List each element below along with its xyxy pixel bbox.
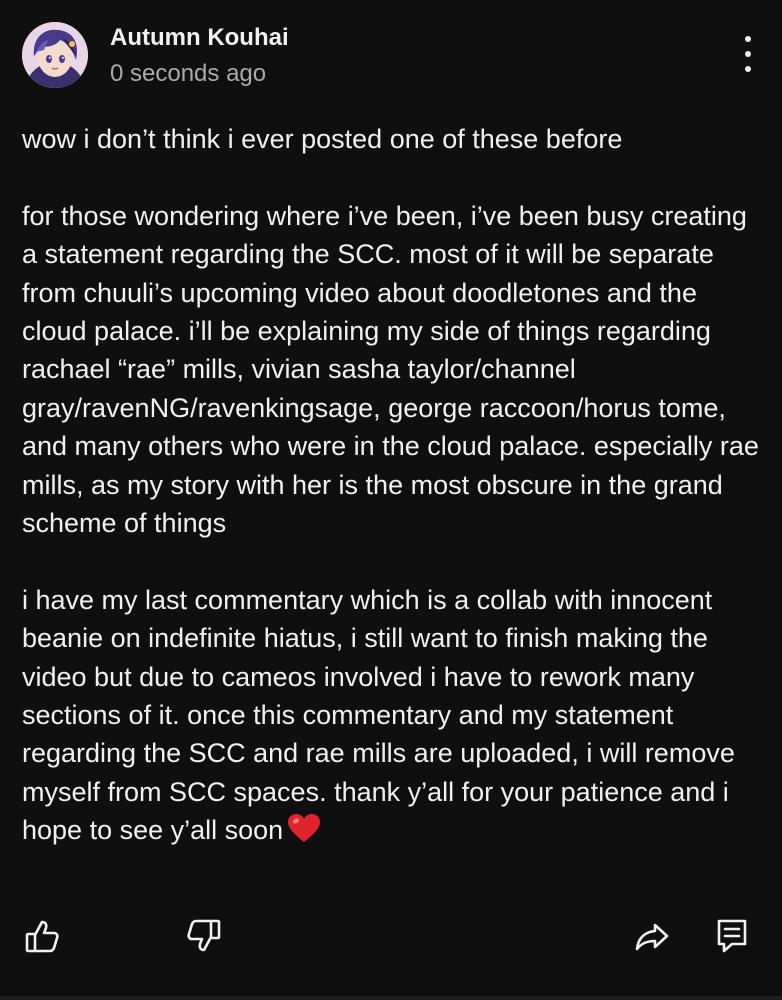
thumbs-up-icon[interactable] xyxy=(18,912,66,960)
comment-author[interactable]: Autumn Kouhai xyxy=(110,24,289,52)
comment-paragraph: wow i don’t think i ever posted one of t… xyxy=(22,124,623,154)
comment-body: wow i don’t think i ever posted one of t… xyxy=(22,120,762,854)
share-icon[interactable] xyxy=(628,912,676,960)
divider xyxy=(0,996,782,1000)
menu-dot xyxy=(745,36,751,42)
comment-paragraph: for those wondering where i’ve been, i’v… xyxy=(22,200,759,539)
comment-actions xyxy=(0,912,782,968)
comment-paragraph: i have my last commentary which is a col… xyxy=(22,581,762,854)
avatar-image xyxy=(22,22,88,88)
menu-dot xyxy=(745,66,751,72)
heart-emoji-icon xyxy=(287,813,321,853)
avatar[interactable] xyxy=(22,22,88,88)
menu-dot xyxy=(745,51,751,57)
comment-paragraph-text: i have my last commentary which is a col… xyxy=(22,584,735,846)
thumbs-down-icon[interactable] xyxy=(180,912,228,960)
more-vert-icon[interactable] xyxy=(734,36,762,72)
reply-icon[interactable] xyxy=(708,912,756,960)
comment-header: Autumn Kouhai 0 seconds ago xyxy=(22,22,762,92)
comment-timestamp: 0 seconds ago xyxy=(110,60,267,87)
